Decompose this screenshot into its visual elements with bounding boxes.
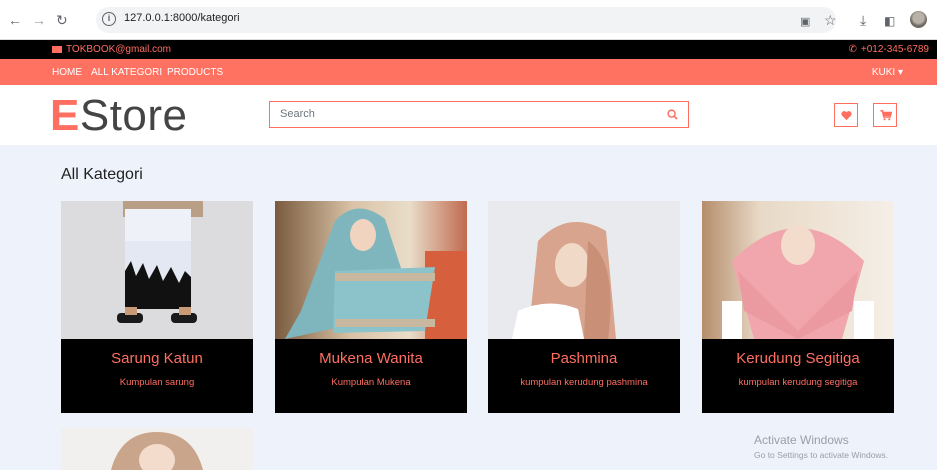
contact-bar: TOKBOOK@gmail.com ✆ +012-345-6789	[0, 40, 937, 59]
main-navbar: HOME ALL KATEGORI PRODUCTS KUKI ▾	[0, 59, 937, 85]
url-text: 127.0.0.1:8000/kategori	[124, 12, 240, 24]
category-description: kumpulan kerudung pashmina	[520, 377, 648, 388]
logo-letter-e: E	[50, 91, 80, 140]
watermark-subtitle: Go to Settings to activate Windows.	[754, 450, 889, 460]
category-description: Kumpulan Mukena	[331, 377, 411, 388]
back-icon[interactable]: ←	[8, 11, 22, 29]
nav-all-kategori[interactable]: ALL KATEGORI	[91, 67, 162, 78]
reload-icon[interactable]: ↻	[56, 11, 68, 29]
windows-activation-watermark: Activate Windows Go to Settings to activ…	[754, 433, 888, 460]
cart-button[interactable]	[873, 103, 897, 127]
category-description: kumpulan kerudung segitiga	[738, 377, 858, 388]
side-panel-icon[interactable]: ◧	[884, 12, 895, 30]
search-input[interactable]	[280, 108, 650, 120]
cart-icon	[880, 110, 892, 121]
search-box	[269, 101, 689, 128]
category-card-sarung-katun[interactable]: Sarung Katun Kumpulan sarung	[61, 201, 253, 413]
address-bar[interactable]: i 127.0.0.1:8000/kategori	[96, 7, 836, 33]
forward-icon[interactable]: →	[32, 11, 46, 29]
category-image	[702, 201, 894, 339]
category-name: Sarung Katun	[111, 350, 203, 367]
email-text: TOKBOOK@gmail.com	[66, 44, 171, 55]
logo-text: Store	[79, 91, 188, 140]
user-menu[interactable]: KUKI ▾	[872, 67, 903, 78]
contact-email[interactable]: TOKBOOK@gmail.com	[52, 44, 171, 55]
category-name: Kerudung Segitiga	[736, 350, 860, 367]
category-card-mukena-wanita[interactable]: Mukena Wanita Kumpulan Mukena	[275, 201, 467, 413]
browser-toolbar: ← → ↻ i 127.0.0.1:8000/kategori ▣ ☆ ⤓ ◧	[0, 0, 937, 40]
category-image	[488, 201, 680, 339]
category-name: Pashmina	[550, 350, 618, 367]
nav-home[interactable]: HOME	[52, 67, 82, 78]
category-card-kerudung-segitiga[interactable]: Kerudung Segitiga kumpulan kerudung segi…	[702, 201, 894, 413]
category-name: Mukena Wanita	[319, 350, 423, 367]
page-title: All Kategori	[61, 166, 143, 183]
category-card-pashmina[interactable]: Pashmina kumpulan kerudung pashmina	[488, 201, 680, 413]
profile-avatar-icon[interactable]	[910, 11, 927, 28]
download-icon[interactable]: ⤓	[860, 11, 866, 29]
phone-icon: ✆	[848, 44, 857, 55]
contact-phone[interactable]: ✆ +012-345-6789	[848, 44, 929, 55]
phone-text: +012-345-6789	[860, 44, 929, 55]
category-card-partial[interactable]	[61, 428, 253, 470]
envelope-icon	[52, 46, 62, 53]
category-image	[275, 201, 467, 339]
estore-logo[interactable]: EStore	[50, 92, 188, 140]
category-description: Kumpulan sarung	[119, 377, 195, 388]
heart-icon	[841, 111, 852, 121]
nav-products[interactable]: PRODUCTS	[167, 67, 223, 78]
bookmark-star-icon[interactable]: ☆	[824, 11, 837, 29]
wishlist-button[interactable]	[834, 103, 858, 127]
site-info-icon[interactable]: i	[102, 12, 116, 26]
translate-icon[interactable]: ▣	[800, 13, 810, 31]
category-image	[61, 201, 253, 339]
watermark-title: Activate Windows	[754, 433, 849, 447]
category-image	[111, 432, 203, 470]
search-icon[interactable]	[667, 109, 678, 120]
